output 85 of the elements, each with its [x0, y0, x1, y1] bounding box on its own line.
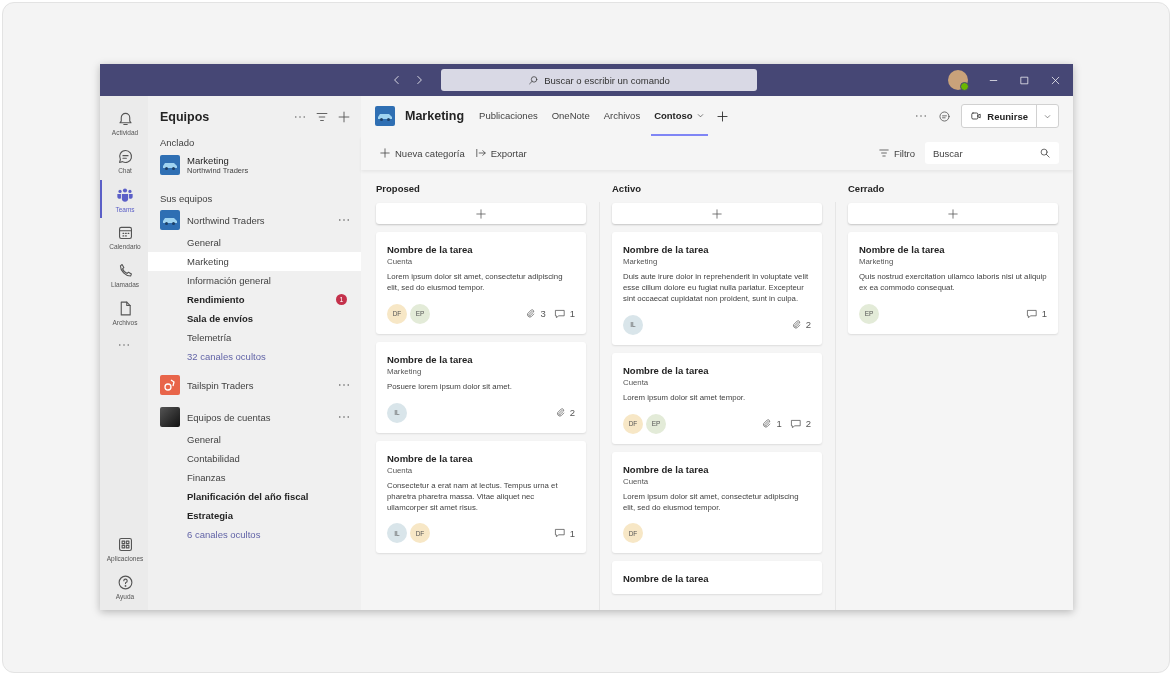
- export-button[interactable]: Exportar: [474, 147, 527, 159]
- tab[interactable]: Publicaciones: [476, 96, 541, 136]
- column-title: Activo: [612, 182, 643, 196]
- new-category-button[interactable]: Nueva categoría: [379, 147, 465, 159]
- team-name[interactable]: Equipos de cuentas: [187, 411, 330, 423]
- task-title: Nombre de la tarea: [623, 573, 710, 585]
- tab[interactable]: OneNote: [548, 96, 593, 136]
- comment-icon: [553, 527, 566, 540]
- car-tile-icon: [375, 106, 395, 126]
- add-task-button[interactable]: [612, 203, 822, 224]
- calendar-icon: [116, 224, 134, 241]
- comment-count: 2: [789, 417, 811, 430]
- filter-button[interactable]: Filtro: [877, 147, 915, 159]
- photo-placeholder: [160, 407, 180, 427]
- plus-icon: [337, 110, 351, 124]
- sidebar-title: Equipos: [160, 110, 211, 124]
- tab[interactable]: Contoso: [651, 96, 708, 136]
- hidden-channels-link[interactable]: 6 canales ocultos: [148, 525, 361, 544]
- video-icon: [970, 110, 983, 122]
- logo-tile-icon: [160, 375, 180, 395]
- paperclip-icon: [761, 418, 773, 430]
- attachment-count: 3: [525, 307, 546, 320]
- channel-item[interactable]: General: [148, 430, 361, 449]
- add-task-button[interactable]: [848, 203, 1058, 224]
- comment-count: 1: [553, 527, 575, 540]
- task-title: Nombre de la tarea: [387, 353, 474, 365]
- apps-grid-icon: [116, 536, 134, 553]
- search-field[interactable]: Buscar: [925, 142, 1059, 164]
- channel-item[interactable]: Sala de envíos: [148, 309, 361, 328]
- channel-item[interactable]: Finanzas: [148, 468, 361, 487]
- channel-item[interactable]: Telemetría: [148, 328, 361, 347]
- bell-icon: [116, 110, 134, 127]
- channel-title: Marketing: [405, 109, 465, 123]
- paperclip-icon: [525, 308, 537, 320]
- channel-item[interactable]: Contabilidad: [148, 449, 361, 468]
- add-tab-icon: [715, 109, 729, 123]
- search-icon: [528, 74, 540, 86]
- column-title: Proposed: [376, 182, 421, 196]
- search-icon: [1039, 147, 1051, 159]
- comment-icon: [1025, 307, 1038, 320]
- channel-item[interactable]: General: [148, 233, 361, 252]
- task-title: Nombre de la tarea: [623, 463, 710, 475]
- close-icon: [1050, 74, 1061, 86]
- filter-icon: [315, 110, 329, 124]
- plus-icon: [947, 207, 959, 220]
- team-name[interactable]: Northwind Traders: [187, 214, 330, 226]
- channel-item[interactable]: Marketing: [148, 252, 361, 271]
- comment-count: 1: [553, 307, 575, 320]
- task-title: Nombre de la tarea: [623, 364, 710, 376]
- team-name[interactable]: Tailspin Traders: [187, 379, 330, 391]
- plus-icon: [711, 207, 723, 220]
- hidden-channels-link[interactable]: 32 canales ocultos: [148, 347, 361, 366]
- channel-item[interactable]: Información general: [148, 271, 361, 290]
- maximize-icon: [1019, 74, 1030, 86]
- task-card[interactable]: Nombre de la tarea: [612, 561, 822, 595]
- column-title: Cerrado: [848, 182, 886, 196]
- attachment-count: 2: [554, 407, 575, 419]
- channel-item[interactable]: Estrategia: [148, 506, 361, 525]
- avatar[interactable]: [948, 70, 968, 90]
- car-tile-icon: [160, 155, 180, 175]
- channel-item[interactable]: Planificación del año fiscal: [148, 487, 361, 506]
- task-title: Nombre de la tarea: [623, 244, 710, 255]
- paperclip-icon: [554, 407, 566, 419]
- chat-icon: [116, 148, 134, 165]
- section-label: Anclado: [159, 136, 196, 150]
- chat-icon: [938, 109, 952, 123]
- add-task-button[interactable]: [376, 203, 586, 224]
- filter-icon: [877, 147, 890, 159]
- car-tile-icon: [160, 210, 180, 230]
- plus-icon: [475, 207, 487, 220]
- paperclip-icon: [790, 319, 802, 331]
- task-title: Nombre de la tarea: [859, 244, 946, 255]
- help-icon: [116, 574, 134, 591]
- task-title: Nombre de la tarea: [387, 452, 474, 464]
- attachment-count: 2: [790, 319, 811, 331]
- comment-count: 1: [1025, 307, 1047, 320]
- export-icon: [474, 147, 487, 159]
- tab[interactable]: Archivos: [600, 96, 644, 136]
- task-title: Nombre de la tarea: [387, 244, 474, 255]
- section-label: Sus equipos: [159, 192, 214, 206]
- plus-icon: [379, 147, 391, 159]
- comment-icon: [553, 307, 566, 320]
- command-search-field[interactable]: Buscar o escribir un comando: [441, 69, 757, 91]
- attachment-count: 1: [761, 417, 782, 430]
- comment-icon: [789, 417, 802, 430]
